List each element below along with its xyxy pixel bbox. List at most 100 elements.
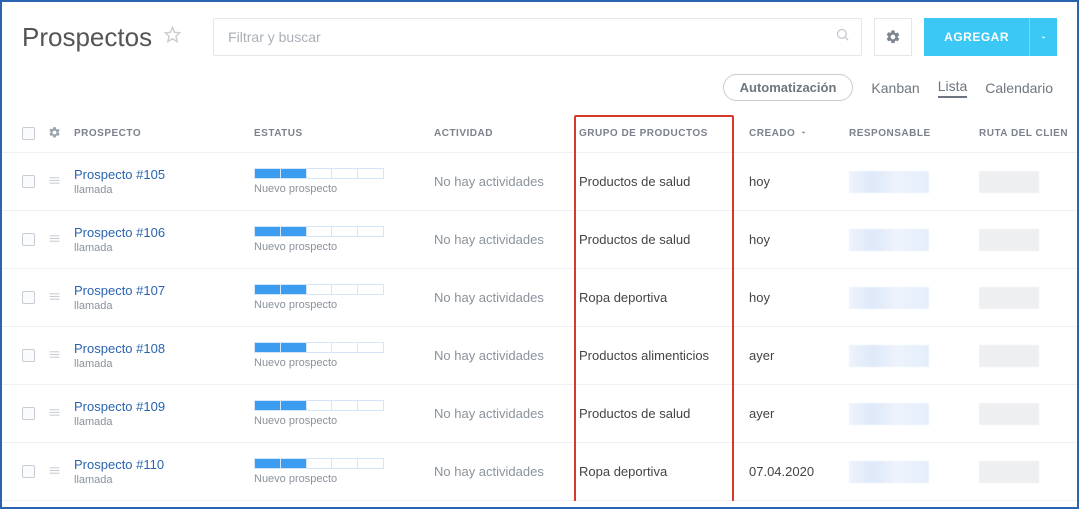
- table-row: Prospecto #106 llamada Nuevo prospecto N…: [2, 211, 1077, 269]
- row-checkbox[interactable]: [22, 291, 35, 304]
- created-cell: ayer: [749, 406, 849, 421]
- status-progress[interactable]: [254, 458, 384, 469]
- row-checkbox[interactable]: [22, 175, 35, 188]
- view-switcher: Automatización Kanban Lista Calendario: [2, 64, 1077, 115]
- automation-button[interactable]: Automatización: [723, 74, 854, 101]
- prospect-link[interactable]: Prospecto #105: [74, 167, 254, 182]
- row-checkbox[interactable]: [22, 233, 35, 246]
- prospect-table: PROSPECTO ESTATUS ACTIVIDAD GRUPO DE PRO…: [2, 115, 1077, 501]
- col-responsible[interactable]: RESPONSABLE: [849, 128, 979, 139]
- table-row: Prospecto #108 llamada Nuevo prospecto N…: [2, 327, 1077, 385]
- activity-cell: No hay actividades: [434, 406, 579, 421]
- client-route-cell: [979, 403, 1039, 425]
- search-input[interactable]: [213, 18, 862, 56]
- activity-cell: No hay actividades: [434, 290, 579, 305]
- status-label: Nuevo prospecto: [254, 299, 434, 311]
- tab-calendar[interactable]: Calendario: [985, 80, 1053, 96]
- page-header: Prospectos AGREGAR: [2, 2, 1077, 64]
- table-row: Prospecto #107 llamada Nuevo prospecto N…: [2, 269, 1077, 327]
- favorite-star-icon[interactable]: [164, 26, 181, 48]
- col-client-route[interactable]: RUTA DEL CLIEN: [979, 128, 1077, 139]
- add-button[interactable]: AGREGAR: [924, 18, 1029, 56]
- responsible-cell: [849, 171, 929, 193]
- prospect-link[interactable]: Prospecto #110: [74, 457, 254, 472]
- page-title: Prospectos: [22, 22, 152, 53]
- client-route-cell: [979, 287, 1039, 309]
- column-settings-icon[interactable]: [48, 126, 74, 142]
- chevron-down-icon: [799, 128, 808, 140]
- select-all-checkbox[interactable]: [22, 127, 35, 140]
- status-label: Nuevo prospecto: [254, 241, 434, 253]
- status-label: Nuevo prospecto: [254, 357, 434, 369]
- status-progress[interactable]: [254, 400, 384, 411]
- activity-cell: No hay actividades: [434, 174, 579, 189]
- drag-handle-icon[interactable]: [48, 290, 74, 306]
- col-product-group[interactable]: GRUPO DE PRODUCTOS: [579, 128, 749, 139]
- status-progress[interactable]: [254, 226, 384, 237]
- row-checkbox[interactable]: [22, 349, 35, 362]
- drag-handle-icon[interactable]: [48, 232, 74, 248]
- product-group-cell: Ropa deportiva: [579, 290, 749, 305]
- drag-handle-icon[interactable]: [48, 464, 74, 480]
- prospect-link[interactable]: Prospecto #108: [74, 341, 254, 356]
- col-prospect[interactable]: PROSPECTO: [74, 128, 254, 139]
- responsible-cell: [849, 345, 929, 367]
- table-header: PROSPECTO ESTATUS ACTIVIDAD GRUPO DE PRO…: [2, 115, 1077, 153]
- prospect-subtype: llamada: [74, 416, 254, 428]
- col-created-label: CREADO: [749, 128, 795, 139]
- prospect-link[interactable]: Prospecto #106: [74, 225, 254, 240]
- responsible-cell: [849, 229, 929, 251]
- table-body: Prospecto #105 llamada Nuevo prospecto N…: [2, 153, 1077, 501]
- drag-handle-icon[interactable]: [48, 348, 74, 364]
- activity-cell: No hay actividades: [434, 232, 579, 247]
- table-row: Prospecto #109 llamada Nuevo prospecto N…: [2, 385, 1077, 443]
- table-wrap: PROSPECTO ESTATUS ACTIVIDAD GRUPO DE PRO…: [2, 115, 1077, 501]
- created-cell: hoy: [749, 290, 849, 305]
- prospect-link[interactable]: Prospecto #109: [74, 399, 254, 414]
- created-cell: ayer: [749, 348, 849, 363]
- responsible-cell: [849, 461, 929, 483]
- activity-cell: No hay actividades: [434, 348, 579, 363]
- status-progress[interactable]: [254, 342, 384, 353]
- client-route-cell: [979, 461, 1039, 483]
- prospect-subtype: llamada: [74, 300, 254, 312]
- status-progress[interactable]: [254, 284, 384, 295]
- status-progress[interactable]: [254, 168, 384, 179]
- row-checkbox[interactable]: [22, 465, 35, 478]
- col-created[interactable]: CREADO: [749, 128, 849, 140]
- search-wrap: [213, 18, 862, 56]
- drag-handle-icon[interactable]: [48, 406, 74, 422]
- product-group-cell: Ropa deportiva: [579, 464, 749, 479]
- add-button-group: AGREGAR: [924, 18, 1057, 56]
- table-row: Prospecto #110 llamada Nuevo prospecto N…: [2, 443, 1077, 501]
- prospect-subtype: llamada: [74, 474, 254, 486]
- tab-kanban[interactable]: Kanban: [871, 80, 919, 96]
- col-activity[interactable]: ACTIVIDAD: [434, 128, 579, 139]
- col-status[interactable]: ESTATUS: [254, 128, 434, 139]
- tab-list[interactable]: Lista: [938, 78, 968, 98]
- activity-cell: No hay actividades: [434, 464, 579, 479]
- add-dropdown-button[interactable]: [1029, 18, 1057, 56]
- responsible-cell: [849, 287, 929, 309]
- prospect-subtype: llamada: [74, 358, 254, 370]
- prospect-subtype: llamada: [74, 242, 254, 254]
- prospect-subtype: llamada: [74, 184, 254, 196]
- status-label: Nuevo prospecto: [254, 473, 434, 485]
- prospect-link[interactable]: Prospecto #107: [74, 283, 254, 298]
- settings-button[interactable]: [874, 18, 912, 56]
- table-row: Prospecto #105 llamada Nuevo prospecto N…: [2, 153, 1077, 211]
- responsible-cell: [849, 403, 929, 425]
- product-group-cell: Productos de salud: [579, 406, 749, 421]
- drag-handle-icon[interactable]: [48, 174, 74, 190]
- created-cell: hoy: [749, 232, 849, 247]
- created-cell: hoy: [749, 174, 849, 189]
- product-group-cell: Productos de salud: [579, 232, 749, 247]
- product-group-cell: Productos de salud: [579, 174, 749, 189]
- created-cell: 07.04.2020: [749, 464, 849, 479]
- status-label: Nuevo prospecto: [254, 183, 434, 195]
- client-route-cell: [979, 171, 1039, 193]
- status-label: Nuevo prospecto: [254, 415, 434, 427]
- row-checkbox[interactable]: [22, 407, 35, 420]
- search-icon[interactable]: [835, 27, 850, 47]
- product-group-cell: Productos alimenticios: [579, 348, 749, 363]
